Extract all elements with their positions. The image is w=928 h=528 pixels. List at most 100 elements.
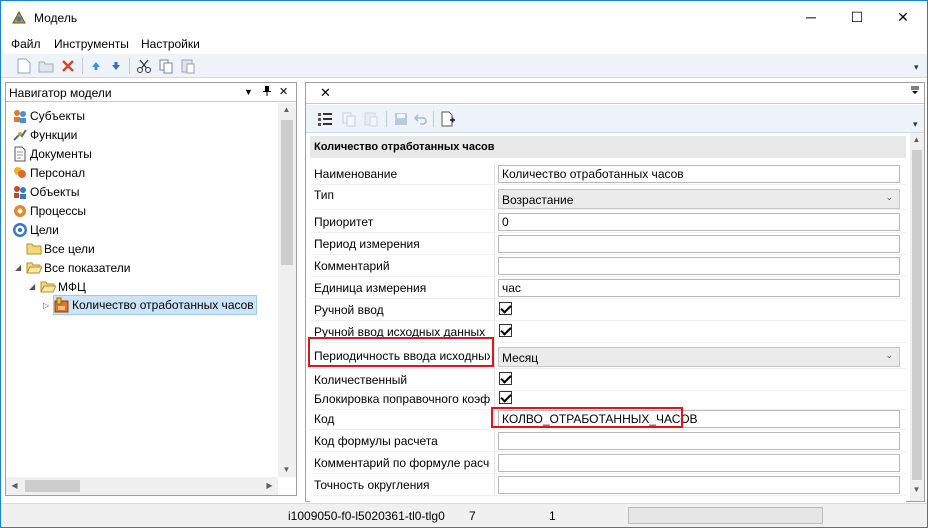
formula-code-field[interactable] bbox=[498, 432, 900, 450]
new-document-icon[interactable] bbox=[15, 57, 33, 75]
move-down-icon[interactable] bbox=[107, 57, 125, 75]
input-periodicity-select[interactable]: Месяц ⌄ bbox=[498, 347, 900, 367]
tree-item-label: Количество отработанных часов bbox=[72, 298, 254, 312]
menu-bar: Файл Инструменты Настройки bbox=[1, 34, 927, 54]
property-row: Ручной ввод bbox=[310, 299, 906, 321]
scrollbar-thumb[interactable] bbox=[281, 120, 293, 265]
add-property-icon[interactable] bbox=[439, 110, 457, 128]
tree-item-subjects[interactable]: Субъекты bbox=[12, 106, 85, 125]
property-divider bbox=[494, 474, 495, 496]
type-select[interactable]: Возрастание ⌄ bbox=[498, 189, 900, 209]
window-title: Модель bbox=[34, 11, 78, 25]
property-name: Приоритет bbox=[314, 215, 374, 229]
manual-source-input-checkbox[interactable] bbox=[499, 324, 512, 337]
tree-item-mfc[interactable]: МФЦ bbox=[40, 277, 86, 296]
scrollbar-thumb[interactable] bbox=[25, 480, 80, 492]
toolbar-overflow-icon[interactable]: ▾ bbox=[913, 119, 918, 130]
main-window: Модель ─ ☐ ✕ Файл Инструменты Настройки bbox=[0, 0, 928, 528]
unit-field[interactable]: час bbox=[498, 279, 900, 297]
navigator-horizontal-scrollbar[interactable]: ◀ ▶ bbox=[6, 477, 278, 495]
comment-field[interactable] bbox=[498, 257, 900, 275]
tree-item-label: Документы bbox=[30, 146, 92, 161]
tree-item-label: Персонал bbox=[30, 165, 86, 180]
property-name: Код bbox=[314, 412, 335, 426]
goals-icon bbox=[12, 222, 28, 238]
tree-item-functions[interactable]: Функции bbox=[12, 125, 77, 144]
delete-icon[interactable] bbox=[59, 57, 77, 75]
expand-icon[interactable]: ▷ bbox=[43, 301, 49, 310]
paste-icon[interactable] bbox=[362, 110, 380, 128]
property-row: Комментарий bbox=[310, 255, 906, 277]
quantitative-checkbox[interactable] bbox=[499, 372, 512, 385]
scroll-left-icon[interactable]: ◀ bbox=[6, 481, 23, 490]
property-toolbar: ▾ bbox=[306, 105, 924, 133]
tree-item-all-goals[interactable]: Все цели bbox=[26, 239, 95, 258]
undo-icon[interactable] bbox=[412, 110, 430, 128]
toolbar-overflow-icon[interactable]: ▾ bbox=[914, 62, 919, 73]
status-bar: i1009050-f0-l5020361-tl0-tlg0 7 1 bbox=[1, 503, 927, 527]
paste-icon[interactable] bbox=[179, 57, 197, 75]
property-row: Тип Возрастание ⌄ bbox=[310, 186, 906, 210]
cut-icon[interactable] bbox=[135, 57, 153, 75]
close-icon: ✕ bbox=[897, 8, 909, 25]
subjects-icon bbox=[12, 108, 28, 124]
property-grid: Количество отработанных часов Наименован… bbox=[310, 136, 906, 502]
tree-item-processes[interactable]: Процессы bbox=[12, 201, 86, 220]
menu-tools[interactable]: Инструменты bbox=[54, 37, 129, 51]
copy-icon[interactable] bbox=[157, 57, 175, 75]
rounding-precision-field[interactable] bbox=[498, 476, 900, 494]
maximize-button[interactable]: ☐ bbox=[834, 1, 880, 33]
tree-item-worked-hours[interactable]: Количество отработанных часов bbox=[53, 295, 257, 315]
navigator-close-icon[interactable]: ✕ bbox=[279, 85, 288, 98]
folder-icon bbox=[26, 241, 42, 257]
scroll-down-icon[interactable]: ▼ bbox=[908, 485, 925, 494]
chevron-down-icon: ⌄ bbox=[885, 350, 893, 360]
tab-close-icon[interactable]: ✕ bbox=[320, 85, 331, 101]
folder-open-icon bbox=[40, 279, 57, 295]
property-name: Комментарий bbox=[314, 259, 390, 273]
copy-icon[interactable] bbox=[340, 110, 358, 128]
priority-field[interactable]: 0 bbox=[498, 213, 900, 231]
categorized-view-icon[interactable] bbox=[316, 110, 334, 128]
manual-input-checkbox[interactable] bbox=[499, 302, 512, 315]
property-divider bbox=[494, 299, 495, 321]
scroll-up-icon[interactable]: ▲ bbox=[908, 135, 925, 144]
open-folder-icon[interactable] bbox=[37, 57, 55, 75]
collapse-icon[interactable]: ◢ bbox=[15, 263, 21, 272]
tree-item-all-indicators[interactable]: Все показатели bbox=[26, 258, 131, 277]
tab-menu-icon[interactable] bbox=[910, 85, 920, 98]
formula-comment-field[interactable] bbox=[498, 454, 900, 472]
tree-item-personnel[interactable]: Персонал bbox=[12, 163, 85, 182]
tree-item-objects[interactable]: Объекты bbox=[12, 182, 80, 201]
save-icon[interactable] bbox=[392, 110, 410, 128]
property-divider bbox=[494, 430, 495, 452]
navigator-vertical-scrollbar[interactable]: ▲ ▼ bbox=[278, 103, 296, 477]
property-name: Точность округления bbox=[314, 478, 430, 492]
property-grid-scrollbar[interactable]: ▲ ▼ bbox=[910, 133, 924, 501]
menu-file[interactable]: Файл bbox=[11, 37, 41, 51]
scroll-up-icon[interactable]: ▲ bbox=[278, 105, 295, 114]
toolbar-separator bbox=[433, 111, 434, 127]
periodicity-highlight bbox=[308, 337, 494, 367]
close-window-button[interactable]: ✕ bbox=[880, 1, 926, 33]
correction-lock-checkbox[interactable] bbox=[499, 391, 512, 404]
name-field[interactable]: Количество отработанных часов bbox=[498, 165, 900, 183]
app-icon bbox=[12, 10, 26, 24]
minimize-button[interactable]: ─ bbox=[788, 1, 834, 33]
collapse-icon[interactable]: ◢ bbox=[29, 282, 35, 291]
tree-item-documents[interactable]: Документы bbox=[12, 144, 92, 163]
navigator-menu-icon[interactable]: ▼ bbox=[244, 87, 253, 97]
scroll-down-icon[interactable]: ▼ bbox=[278, 465, 295, 474]
code-highlight bbox=[491, 407, 683, 428]
tree-item-goals[interactable]: Цели bbox=[12, 220, 59, 239]
navigator-header: Навигатор модели ▼ ✕ bbox=[6, 83, 296, 102]
scroll-right-icon[interactable]: ▶ bbox=[261, 481, 278, 490]
measurement-period-field[interactable] bbox=[498, 235, 900, 253]
tree-item-label: Все показатели bbox=[44, 260, 131, 275]
status-value-2: 1 bbox=[549, 509, 556, 523]
model-navigator-pane: Навигатор модели ▼ ✕ Субъекты Функции До… bbox=[5, 82, 297, 496]
menu-settings[interactable]: Настройки bbox=[141, 37, 200, 51]
scrollbar-thumb[interactable] bbox=[912, 150, 922, 480]
move-up-icon[interactable] bbox=[87, 57, 105, 75]
pin-icon[interactable] bbox=[262, 85, 272, 100]
